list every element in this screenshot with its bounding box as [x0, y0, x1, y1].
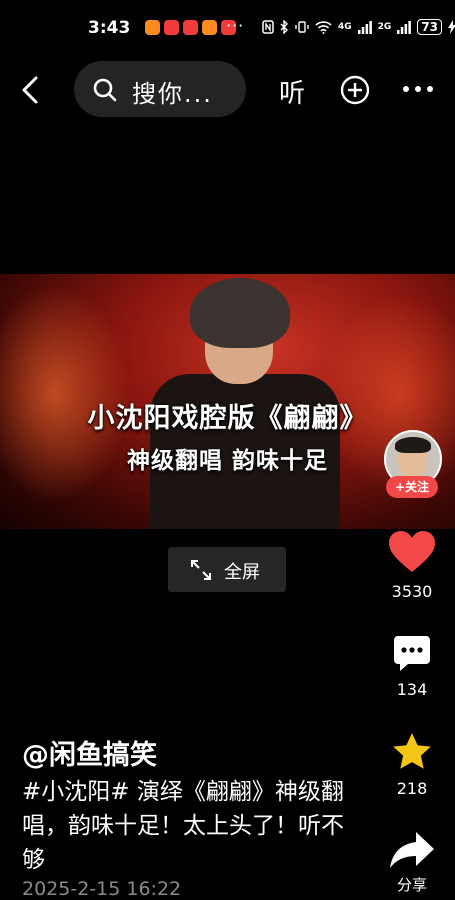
- search-icon: [93, 78, 117, 102]
- top-bar: 搜你... 听: [0, 58, 455, 122]
- share-arrow-icon: [390, 832, 434, 868]
- charging-icon: [448, 20, 455, 34]
- signal-icon: [357, 20, 372, 34]
- wifi-icon: [315, 20, 332, 34]
- vibrate-icon: [295, 21, 309, 33]
- back-arrow-icon[interactable]: [16, 74, 46, 106]
- follow-button[interactable]: +关注: [386, 476, 438, 498]
- nfc-icon: [262, 20, 274, 34]
- status-time: 3:43: [88, 18, 131, 38]
- share-button[interactable]: 分享: [384, 830, 440, 895]
- comment-icon: [394, 636, 430, 671]
- post-description: #小沈阳# 演绎《翩翩》神级翻唱，韵味十足！太上头了！听不够: [22, 779, 344, 873]
- search-box[interactable]: 搜你...: [74, 61, 246, 117]
- star-icon: [393, 733, 431, 769]
- more-notifications-icon: ···: [226, 16, 245, 35]
- bluetooth-icon: [280, 20, 288, 34]
- comment-button[interactable]: 134: [384, 634, 440, 699]
- network-type-a: 4G: [338, 22, 352, 32]
- more-options-icon[interactable]: [402, 81, 434, 97]
- like-button[interactable]: 3530: [384, 530, 440, 601]
- favorite-count: 218: [396, 779, 428, 798]
- notification-icons: [145, 20, 236, 35]
- listen-button[interactable]: 听: [279, 73, 305, 110]
- app-notification-icon: [164, 20, 179, 35]
- add-circle-icon[interactable]: [340, 75, 370, 105]
- video-caption-title: 小沈阳戏腔版《翩翩》: [87, 403, 368, 434]
- system-status-icons: 4G 2G 73: [262, 19, 455, 35]
- fullscreen-button[interactable]: 全屏: [168, 547, 286, 592]
- share-label: 分享: [396, 876, 427, 894]
- app-notification-icon: [145, 20, 160, 35]
- favorite-button[interactable]: 218: [384, 731, 440, 798]
- comment-count: 134: [396, 680, 428, 699]
- app-notification-icon: [183, 20, 198, 35]
- author-name[interactable]: @闲鱼搞笑: [22, 733, 157, 772]
- status-bar: 3:43 ··· 4G 2G 73: [0, 0, 455, 58]
- expand-icon: [191, 560, 211, 580]
- heart-icon: [389, 531, 435, 572]
- fullscreen-label: 全屏: [224, 562, 260, 583]
- singer-hair: [190, 278, 290, 348]
- post-date: 2025-2-15 16:22: [22, 878, 182, 900]
- app-notification-icon: [202, 20, 217, 35]
- avatar-hair: [395, 437, 431, 453]
- battery-level: 73: [417, 19, 443, 35]
- like-count: 3530: [391, 582, 433, 601]
- network-type-b: 2G: [377, 22, 392, 32]
- signal-icon: [397, 20, 412, 34]
- search-placeholder: 搜你...: [132, 80, 213, 108]
